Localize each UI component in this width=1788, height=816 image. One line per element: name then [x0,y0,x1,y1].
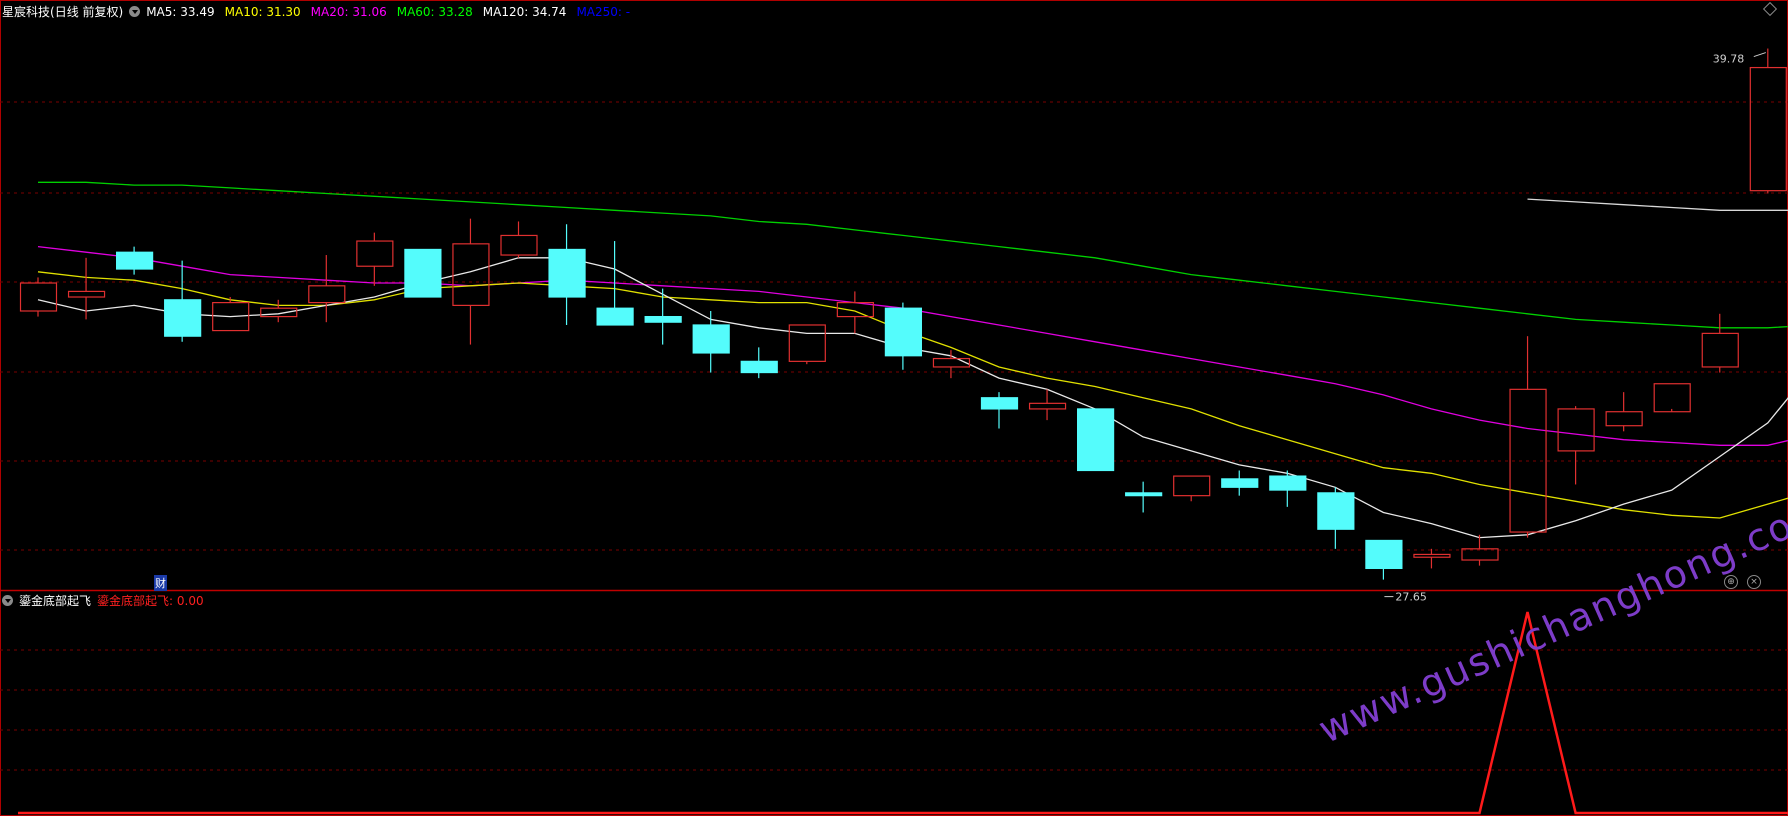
candle-body [260,307,298,318]
chart-border [0,0,1788,816]
candle[interactable] [67,257,106,320]
indicator-name: 鎏金底部起飞 [19,594,92,608]
candle-body [1125,492,1163,497]
ma-legend-item: MA5: 33.49 [146,4,215,19]
stock-name: 星宸科技 [2,5,51,19]
candle[interactable] [836,291,874,334]
candle[interactable] [356,232,394,286]
moving-average-lines [37,181,1788,539]
candle-body [1173,475,1211,497]
high-price-label: 39.78 [1713,53,1745,66]
candle[interactable] [980,392,1019,429]
candle-body [740,360,778,374]
candle-body [404,248,442,298]
indicator-value: 鎏金底部起飞: 0.00 [97,594,204,608]
candle[interactable] [1509,336,1547,538]
candle[interactable] [1701,313,1739,373]
high-arrow [1753,52,1766,58]
candle[interactable] [164,260,202,342]
candle-body [67,290,106,298]
candle-body [1317,492,1355,530]
candle-body [1221,478,1259,488]
period-label: (日线 前复权) [50,5,124,19]
ma-legend-item: MA10: 31.30 [224,4,301,19]
candle-body [980,397,1019,410]
candle-body [1461,548,1499,561]
candle-body [308,285,346,304]
candle-body [1365,539,1403,570]
candle-body [1269,475,1307,491]
ma-legend-item: MA250: - [576,4,631,19]
candle[interactable] [788,324,826,365]
candle[interactable] [932,350,971,379]
dropdown-circle-icon[interactable] [2,595,13,606]
candle-body [596,307,634,326]
candle[interactable] [644,288,682,345]
main-chart-legend: 星宸科技 (日线 前复权) MA5: 33.49 MA10: 31.30 MA20:… [2,3,634,20]
panel-settings-icon[interactable]: ⊕ [1724,575,1738,589]
candle[interactable] [1076,408,1115,472]
candle-body [164,299,202,337]
ma-legend-items: MA5: 33.49 MA10: 31.30 MA20: 31.06 MA60: 33… [146,5,634,19]
candle-body [500,234,538,256]
candle[interactable] [19,277,58,317]
ma-legend-item: MA60: 33.28 [396,4,473,19]
candlesticks[interactable]: 39.78 27.65 [19,48,1787,604]
candle-body [1653,383,1691,413]
candle[interactable] [1557,406,1595,485]
kline-chart[interactable]: 39.78 27.65 [0,0,1788,816]
candle-body [884,307,923,357]
ma-legend-item: MA20: 31.06 [310,4,387,19]
candle[interactable] [884,302,923,370]
candle-body [932,357,971,368]
dropdown-circle-icon[interactable] [129,6,141,17]
candle-body [1557,408,1595,452]
candle[interactable] [1749,48,1787,194]
ma120-line [1527,198,1788,211]
candle[interactable] [1365,539,1403,580]
candle[interactable] [740,347,778,379]
candle-body [1749,66,1787,192]
candle[interactable] [548,224,586,325]
candle-body [19,282,58,312]
candle[interactable] [1653,383,1691,413]
ma5-line [37,257,1788,539]
grid-lines [0,0,1788,816]
candle-body [1076,408,1115,472]
candle[interactable] [308,255,346,323]
candle-body [356,240,394,267]
candle-body [644,315,682,323]
candle[interactable] [1125,481,1163,513]
candle[interactable] [1173,475,1211,502]
candle[interactable] [692,310,730,373]
low-price-label: 27.65 [1395,591,1427,604]
candle[interactable] [115,246,154,275]
candle-body [115,251,154,270]
candle-body [1413,553,1451,558]
candle-body [692,324,730,354]
candle[interactable] [500,221,538,258]
candle-body [548,248,586,298]
candle[interactable] [1605,392,1643,432]
candle-body [1605,411,1643,427]
indicator-legend: 鎏金底部起飞 鎏金底部起飞: 0.00 [2,592,204,609]
candle[interactable] [1221,470,1259,496]
candle[interactable] [1413,548,1451,569]
candle[interactable] [1317,487,1355,549]
candle[interactable] [1269,470,1307,507]
ma-legend-item: MA120: 34.74 [482,4,567,19]
candle[interactable] [596,241,634,326]
candle[interactable] [212,297,250,332]
candle[interactable] [404,248,442,298]
panel-close-icon[interactable]: × [1747,575,1761,589]
candle-body [1701,332,1739,368]
candle-body [788,324,826,362]
finance-badge[interactable]: 财 [154,575,167,591]
candle-body [1028,402,1067,410]
